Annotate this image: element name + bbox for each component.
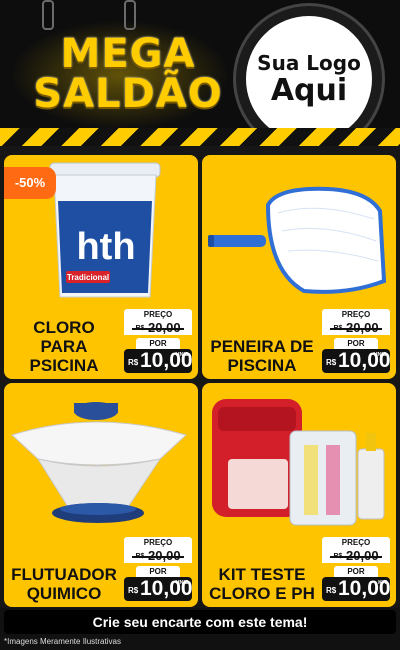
- unit-label: UNID: [175, 580, 189, 586]
- discount-badge: -50%: [4, 167, 56, 199]
- price-box: PREÇO R$ 20,00 POR R$ 10,00 UNID: [124, 537, 193, 601]
- new-price-currency: R$: [128, 358, 139, 367]
- old-price-value: 20,00: [346, 320, 379, 335]
- old-price: R$ 20,00: [124, 548, 192, 563]
- new-price: R$ 10,00 KIT: [322, 577, 391, 601]
- headline: MEGA SALDÃO: [28, 34, 228, 114]
- old-price: R$ 20,00: [124, 320, 192, 335]
- price-label: PREÇO: [322, 537, 390, 548]
- logo-line2: Aqui: [270, 73, 348, 108]
- product-card-cloro[interactable]: hth Tradicional -50% CLORO PARA PSICINA …: [4, 155, 198, 379]
- price-label: PREÇO: [322, 309, 390, 320]
- logo-line1: Sua Logo: [257, 51, 361, 75]
- product-card-kit-teste[interactable]: KIT TESTE CLORO E PH PREÇO R$ 20,00 POR …: [202, 383, 396, 607]
- product-title: PENEIRA DE PISCINA: [210, 337, 314, 375]
- price-label: PREÇO: [124, 537, 192, 548]
- unit-label: KIT: [378, 580, 387, 586]
- disclaimer: *Imagens Meramente Ilustrativas: [4, 637, 121, 646]
- old-price-value: 20,00: [148, 320, 181, 335]
- new-price-currency: R$: [326, 586, 337, 595]
- old-price-currency: R$: [333, 325, 343, 333]
- new-price-currency: R$: [326, 358, 337, 367]
- hazard-stripe: [0, 128, 400, 146]
- unit-label: UNID: [175, 352, 189, 358]
- new-price: R$ 10,00 UNID: [124, 577, 193, 601]
- pool-skimmer-net-icon: [208, 186, 387, 294]
- hanging-chain-left: [42, 0, 54, 30]
- product-title: CLORO PARA PSICINA: [29, 318, 99, 375]
- old-price: R$ 20,00: [322, 320, 390, 335]
- tradicional-text: Tradicional: [67, 273, 109, 282]
- por-label: POR: [136, 338, 180, 349]
- price-box: PREÇO R$ 20,00 POR R$ 10,00 UNID: [322, 309, 391, 373]
- product-card-flutuador[interactable]: FLUTUADOR QUIMICO PREÇO R$ 20,00 POR R$ …: [4, 383, 198, 607]
- hanging-chain-right: [124, 0, 136, 30]
- old-price-currency: R$: [135, 325, 145, 333]
- new-price: R$ 10,00 UNID: [322, 349, 391, 373]
- old-price-value: 20,00: [346, 548, 379, 563]
- cta-banner[interactable]: Crie seu encarte com este tema!: [4, 610, 396, 634]
- old-price-currency: R$: [135, 553, 145, 561]
- hth-brand-text: hth: [76, 226, 135, 268]
- product-card-peneira[interactable]: PENEIRA DE PISCINA PREÇO R$ 20,00 POR R$…: [202, 155, 396, 379]
- old-price: R$ 20,00: [322, 548, 390, 563]
- por-label: POR: [136, 566, 180, 577]
- test-kit-icon: [212, 399, 385, 526]
- headline-line2: SALDÃO: [33, 71, 223, 117]
- new-price-currency: R$: [128, 586, 139, 595]
- price-label: PREÇO: [124, 309, 192, 320]
- product-title: KIT TESTE CLORO E PH: [209, 565, 315, 603]
- unit-label: UNID: [373, 352, 387, 358]
- old-price-currency: R$: [333, 553, 343, 561]
- por-label: POR: [334, 338, 378, 349]
- price-box: PREÇO R$ 20,00 POR R$ 10,00 UNID: [124, 309, 193, 373]
- price-box: PREÇO R$ 20,00 POR R$ 10,00 KIT: [322, 537, 391, 601]
- chemical-floater-icon: [11, 402, 187, 523]
- new-price: R$ 10,00 UNID: [124, 349, 193, 373]
- por-label: POR: [334, 566, 378, 577]
- old-price-value: 20,00: [148, 548, 181, 563]
- product-title: FLUTUADOR QUIMICO: [11, 565, 117, 603]
